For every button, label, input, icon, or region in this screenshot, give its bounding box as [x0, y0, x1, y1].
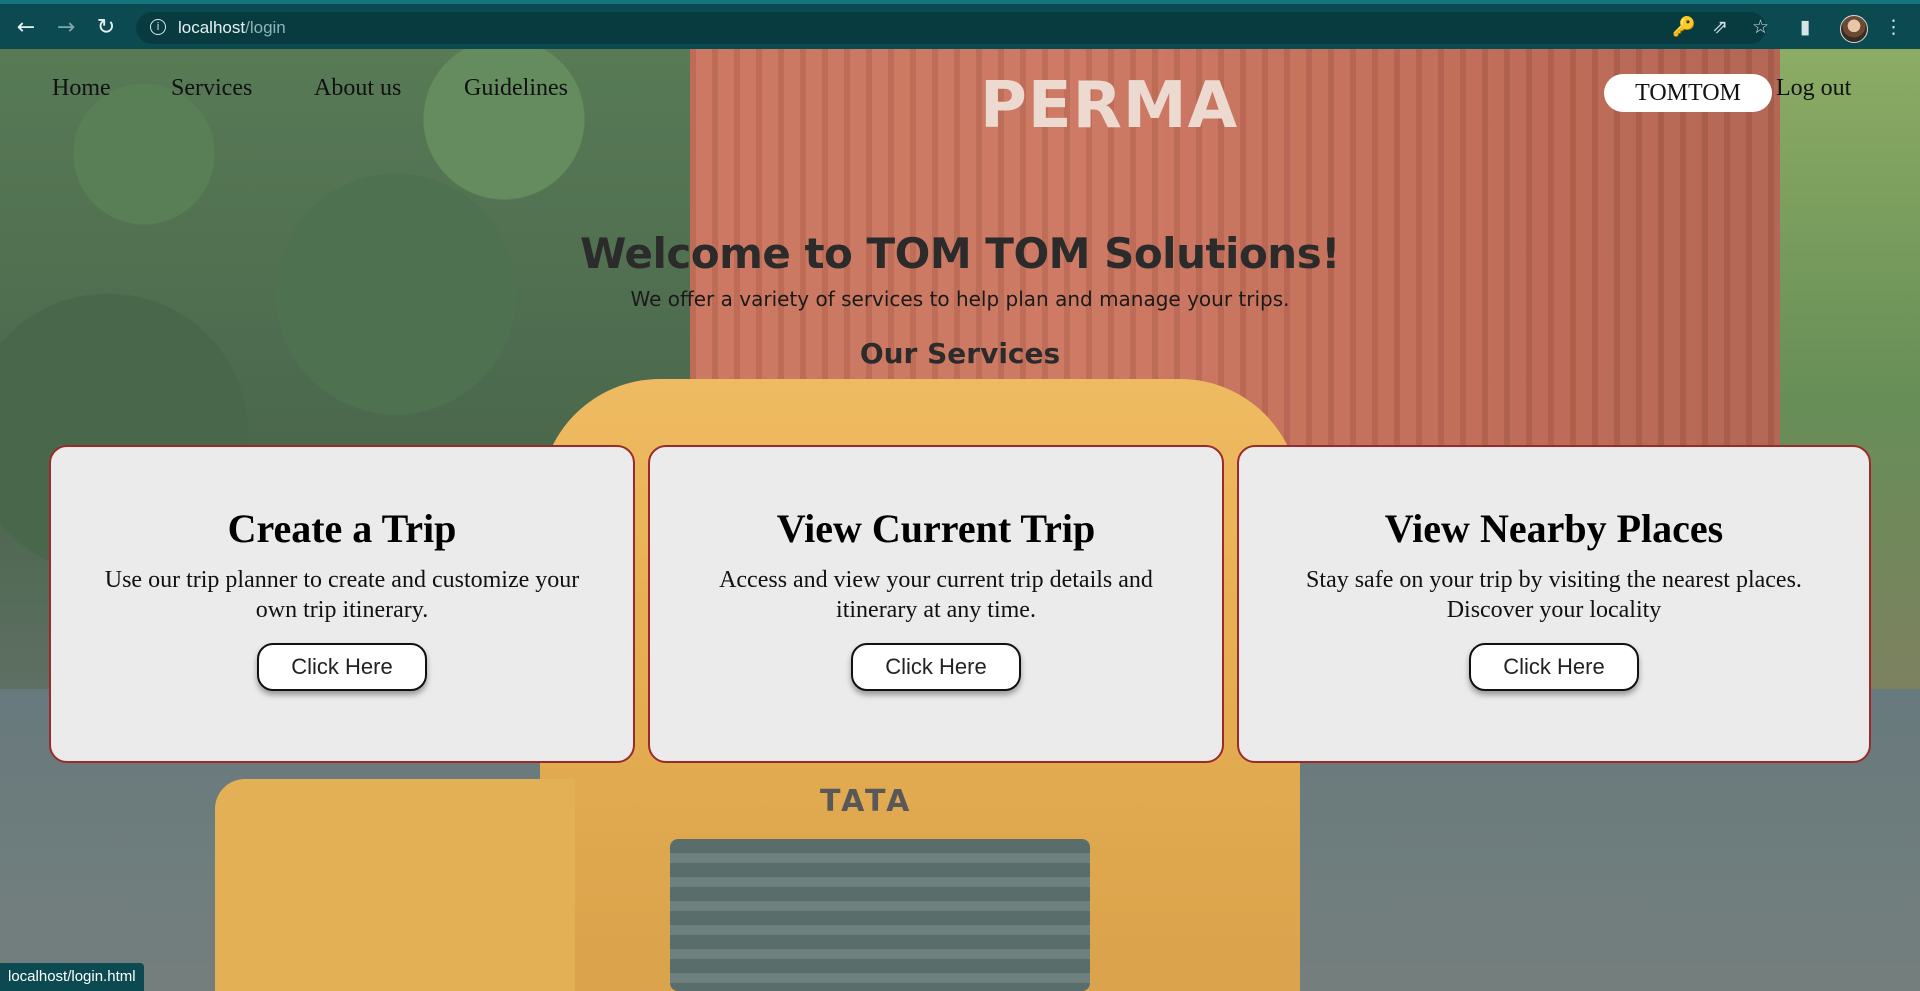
card-title: View Current Trip [776, 506, 1096, 551]
link-status-bar: localhost/login.html [0, 963, 144, 991]
profile-avatar[interactable] [1840, 15, 1868, 43]
services-heading: Our Services [859, 337, 1061, 370]
card-description: Access and view your current trip detail… [719, 567, 1153, 623]
user-name-badge[interactable]: TOMTOM [1604, 74, 1772, 112]
view-current-trip-button[interactable]: Click Here [851, 643, 1021, 691]
card-title: View Nearby Places [1384, 506, 1724, 551]
star-icon[interactable]: ☆ [1752, 16, 1769, 38]
share-icon[interactable]: ⇗ [1712, 16, 1728, 38]
card-view-nearby-places: View Nearby Places Stay safe on your tri… [1237, 445, 1871, 763]
nav-guidelines[interactable]: Guidelines [464, 75, 568, 102]
page-subtitle: We offer a variety of services to help p… [630, 287, 1290, 311]
nav-home[interactable]: Home [52, 75, 111, 102]
site-info-icon[interactable]: i [150, 19, 166, 35]
address-url[interactable]: localhost/login [178, 18, 286, 38]
key-icon[interactable]: 🔑 [1672, 16, 1696, 38]
forward-arrow-icon[interactable]: → [52, 14, 80, 42]
url-host: localhost [178, 18, 246, 37]
address-bar[interactable]: i localhost/login [136, 12, 1766, 44]
page-viewport: PERMA TATA Home Services About us Guidel… [0, 49, 1920, 991]
nav-services[interactable]: Services [171, 75, 252, 102]
card-view-current-trip: View Current Trip Access and view your c… [648, 445, 1224, 763]
card-title: Create a Trip [227, 506, 457, 551]
card-description: Use our trip planner to create and custo… [104, 567, 580, 623]
view-nearby-places-button[interactable]: Click Here [1469, 643, 1639, 691]
side-panel-icon[interactable]: ▮ [1800, 16, 1810, 38]
reload-icon[interactable]: ↻ [92, 14, 120, 42]
card-create-trip: Create a Trip Use our trip planner to cr… [49, 445, 635, 763]
page-title: Welcome to TOM TOM Solutions! [580, 229, 1340, 278]
url-path: /login [245, 18, 286, 37]
nav-about-us[interactable]: About us [314, 75, 401, 102]
card-description: Stay safe on your trip by visiting the n… [1306, 567, 1802, 623]
logout-link[interactable]: Log out [1776, 75, 1851, 102]
back-arrow-icon[interactable]: ← [12, 14, 40, 42]
browser-toolbar: ← → ↻ i localhost/login 🔑 ⇗ ☆ ▮ ⋮ [0, 0, 1920, 49]
navbar: Home Services About us Guidelines TOMTOM… [0, 49, 1920, 129]
kebab-menu-icon[interactable]: ⋮ [1884, 16, 1903, 38]
create-trip-button[interactable]: Click Here [257, 643, 427, 691]
